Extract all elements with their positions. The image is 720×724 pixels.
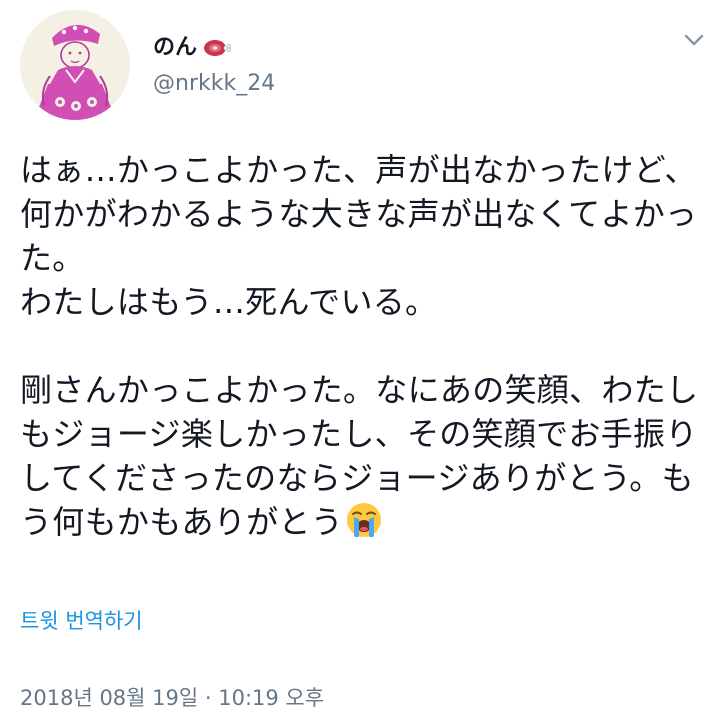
avatar-drawing-icon <box>20 10 130 120</box>
tweet-paragraph: はぁ…かっこよかった、声が出なかったけど、何かがわかるような大きな声が出なくてよ… <box>20 151 698 321</box>
display-name[interactable]: のん <box>153 34 197 62</box>
tweet-card: のん @nrkkk_24 はぁ…かっこよかった、声が出なかったけど、何かがわかる… <box>0 0 720 724</box>
user-name-row[interactable]: のん <box>153 34 232 62</box>
avatar[interactable] <box>20 10 130 120</box>
loudly-crying-face-icon <box>345 501 383 539</box>
tweet-timestamp[interactable]: 2018년 08월 19일 · 10:19 오후 <box>20 684 324 712</box>
user-handle[interactable]: @nrkkk_24 <box>153 70 275 98</box>
translate-tweet-link[interactable]: 트윗 번역하기 <box>20 607 143 635</box>
tweet-paragraph: 剛さんかっこよかった。なにあの笑顔、わたしもジョージ楽しかったし、その笑顔でお手… <box>20 368 710 544</box>
chevron-down-icon[interactable] <box>682 30 706 50</box>
tweet-text: はぁ…かっこよかった、声が出なかったけど、何かがわかるような大きな声が出なくてよ… <box>20 148 710 544</box>
meat-on-bone-icon <box>201 37 232 59</box>
